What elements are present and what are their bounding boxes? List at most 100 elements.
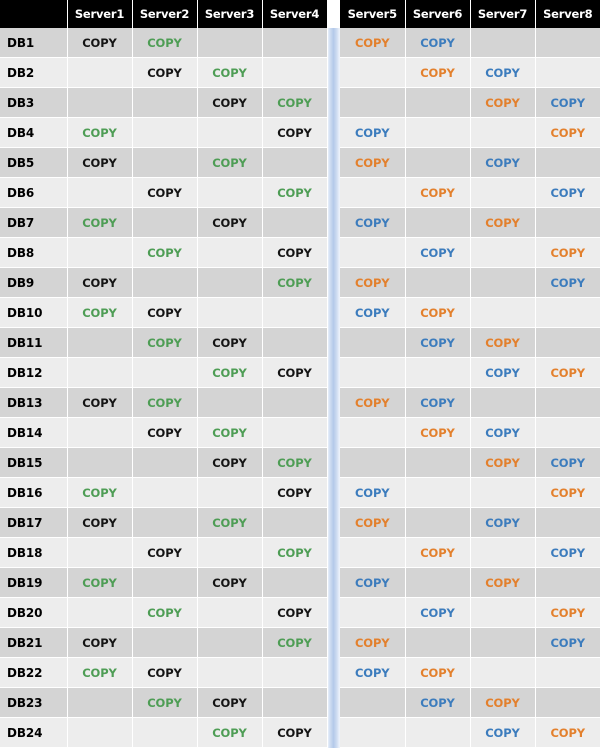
column-header-server1[interactable]: Server1	[67, 0, 133, 28]
row-header-db15[interactable]: DB15	[0, 447, 68, 478]
row-header-db6[interactable]: DB6	[0, 177, 68, 208]
row-header-db18[interactable]: DB18	[0, 537, 68, 568]
row-header-db23[interactable]: DB23	[0, 687, 68, 718]
cell-db7-server3[interactable]: COPY	[197, 207, 263, 238]
cell-db19-server3[interactable]: COPY	[197, 567, 263, 598]
cell-db22-server2[interactable]: COPY	[132, 657, 198, 688]
cell-db20-server4[interactable]: COPY	[262, 597, 328, 628]
cell-db22-server5[interactable]: COPY	[340, 657, 406, 688]
cell-db7-server1[interactable]: COPY	[67, 207, 133, 238]
cell-db19-server5[interactable]: COPY	[340, 567, 406, 598]
cell-db16-server4[interactable]: COPY	[262, 477, 328, 508]
row-header-db7[interactable]: DB7	[0, 207, 68, 238]
cell-db3-server7[interactable]: COPY	[470, 87, 536, 118]
cell-db6-server6[interactable]: COPY	[405, 177, 471, 208]
cell-db18-server4[interactable]: COPY	[262, 537, 328, 568]
row-header-db9[interactable]: DB9	[0, 267, 68, 298]
row-header-db14[interactable]: DB14	[0, 417, 68, 448]
cell-db1-server5[interactable]: COPY	[340, 28, 406, 58]
row-header-db12[interactable]: DB12	[0, 357, 68, 388]
cell-db7-server7[interactable]: COPY	[470, 207, 536, 238]
column-header-server2[interactable]: Server2	[132, 0, 198, 28]
cell-db10-server2[interactable]: COPY	[132, 297, 198, 328]
cell-db16-server5[interactable]: COPY	[340, 477, 406, 508]
cell-db12-server4[interactable]: COPY	[262, 357, 328, 388]
cell-db20-server8[interactable]: COPY	[535, 597, 600, 628]
row-header-db21[interactable]: DB21	[0, 627, 68, 658]
cell-db10-server1[interactable]: COPY	[67, 297, 133, 328]
row-header-db13[interactable]: DB13	[0, 387, 68, 418]
cell-db3-server3[interactable]: COPY	[197, 87, 263, 118]
cell-db23-server7[interactable]: COPY	[470, 687, 536, 718]
row-header-db24[interactable]: DB24	[0, 717, 68, 748]
cell-db18-server6[interactable]: COPY	[405, 537, 471, 568]
row-header-db3[interactable]: DB3	[0, 87, 68, 118]
column-header-server3[interactable]: Server3	[197, 0, 263, 28]
row-header-db16[interactable]: DB16	[0, 477, 68, 508]
cell-db9-server5[interactable]: COPY	[340, 267, 406, 298]
row-header-db1[interactable]: DB1	[0, 28, 68, 58]
cell-db15-server8[interactable]: COPY	[535, 447, 600, 478]
cell-db20-server2[interactable]: COPY	[132, 597, 198, 628]
cell-db13-server2[interactable]: COPY	[132, 387, 198, 418]
cell-db10-server6[interactable]: COPY	[405, 297, 471, 328]
cell-db18-server8[interactable]: COPY	[535, 537, 600, 568]
row-header-db8[interactable]: DB8	[0, 237, 68, 268]
cell-db8-server2[interactable]: COPY	[132, 237, 198, 268]
cell-db5-server7[interactable]: COPY	[470, 147, 536, 178]
cell-db23-server3[interactable]: COPY	[197, 687, 263, 718]
row-header-db10[interactable]: DB10	[0, 297, 68, 328]
cell-db8-server8[interactable]: COPY	[535, 237, 600, 268]
cell-db14-server6[interactable]: COPY	[405, 417, 471, 448]
cell-db4-server1[interactable]: COPY	[67, 117, 133, 148]
cell-db17-server5[interactable]: COPY	[340, 507, 406, 538]
cell-db9-server1[interactable]: COPY	[67, 267, 133, 298]
cell-db14-server2[interactable]: COPY	[132, 417, 198, 448]
cell-db2-server3[interactable]: COPY	[197, 57, 263, 88]
cell-db16-server1[interactable]: COPY	[67, 477, 133, 508]
cell-db17-server3[interactable]: COPY	[197, 507, 263, 538]
cell-db22-server1[interactable]: COPY	[67, 657, 133, 688]
cell-db8-server6[interactable]: COPY	[405, 237, 471, 268]
cell-db15-server3[interactable]: COPY	[197, 447, 263, 478]
cell-db7-server5[interactable]: COPY	[340, 207, 406, 238]
row-header-db22[interactable]: DB22	[0, 657, 68, 688]
cell-db8-server4[interactable]: COPY	[262, 237, 328, 268]
cell-db6-server8[interactable]: COPY	[535, 177, 600, 208]
column-header-server4[interactable]: Server4	[262, 0, 328, 28]
cell-db15-server7[interactable]: COPY	[470, 447, 536, 478]
cell-db18-server2[interactable]: COPY	[132, 537, 198, 568]
cell-db19-server7[interactable]: COPY	[470, 567, 536, 598]
column-header-server8[interactable]: Server8	[535, 0, 600, 28]
cell-db9-server4[interactable]: COPY	[262, 267, 328, 298]
cell-db2-server2[interactable]: COPY	[132, 57, 198, 88]
cell-db13-server5[interactable]: COPY	[340, 387, 406, 418]
cell-db5-server5[interactable]: COPY	[340, 147, 406, 178]
cell-db12-server7[interactable]: COPY	[470, 357, 536, 388]
cell-db1-server1[interactable]: COPY	[67, 28, 133, 58]
cell-db14-server3[interactable]: COPY	[197, 417, 263, 448]
cell-db23-server6[interactable]: COPY	[405, 687, 471, 718]
cell-db20-server6[interactable]: COPY	[405, 597, 471, 628]
cell-db15-server4[interactable]: COPY	[262, 447, 328, 478]
cell-db6-server4[interactable]: COPY	[262, 177, 328, 208]
cell-db9-server8[interactable]: COPY	[535, 267, 600, 298]
row-header-db19[interactable]: DB19	[0, 567, 68, 598]
cell-db3-server8[interactable]: COPY	[535, 87, 600, 118]
cell-db5-server3[interactable]: COPY	[197, 147, 263, 178]
cell-db21-server1[interactable]: COPY	[67, 627, 133, 658]
row-header-db4[interactable]: DB4	[0, 117, 68, 148]
cell-db23-server2[interactable]: COPY	[132, 687, 198, 718]
row-header-db11[interactable]: DB11	[0, 327, 68, 358]
cell-db21-server4[interactable]: COPY	[262, 627, 328, 658]
row-header-db17[interactable]: DB17	[0, 507, 68, 538]
cell-db16-server8[interactable]: COPY	[535, 477, 600, 508]
column-header-server5[interactable]: Server5	[340, 0, 406, 28]
cell-db17-server7[interactable]: COPY	[470, 507, 536, 538]
cell-db4-server5[interactable]: COPY	[340, 117, 406, 148]
cell-db11-server2[interactable]: COPY	[132, 327, 198, 358]
column-header-server7[interactable]: Server7	[470, 0, 536, 28]
cell-db12-server8[interactable]: COPY	[535, 357, 600, 388]
cell-db21-server8[interactable]: COPY	[535, 627, 600, 658]
row-header-db5[interactable]: DB5	[0, 147, 68, 178]
